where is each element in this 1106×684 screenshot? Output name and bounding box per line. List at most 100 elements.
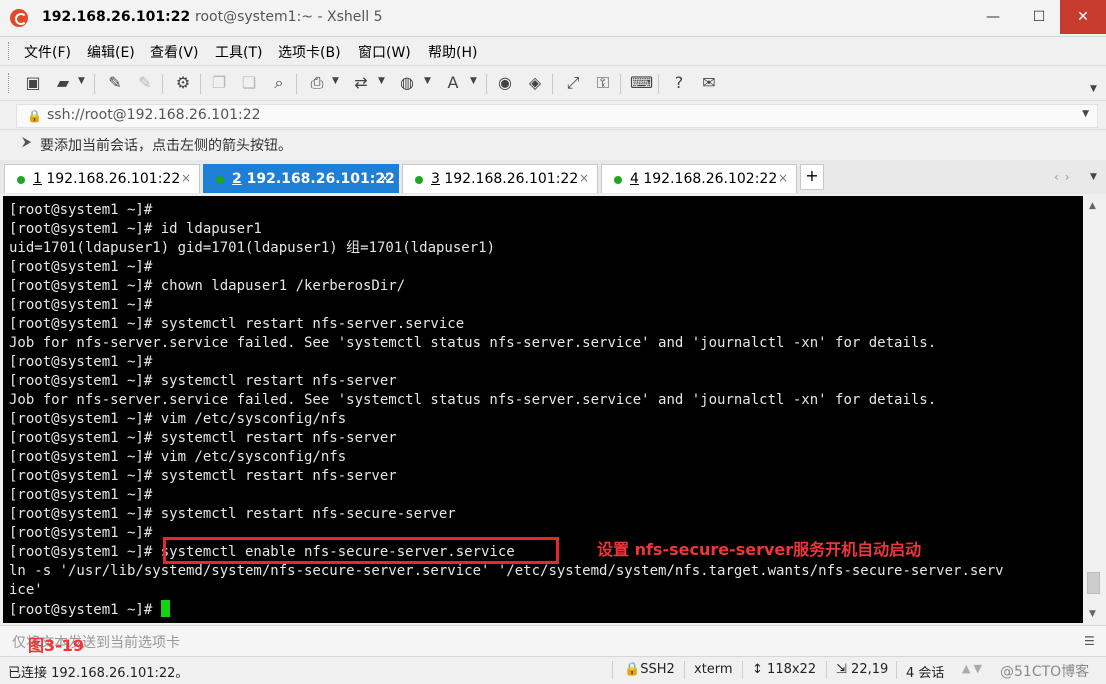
- font-icon[interactable]: A: [442, 73, 464, 93]
- lock-icon: 🔒: [624, 662, 641, 677]
- minimize-button[interactable]: —: [970, 0, 1016, 34]
- status-divider: [684, 661, 685, 679]
- paste-icon[interactable]: ❏: [238, 73, 260, 93]
- cursor-position-icon: ⇲: [836, 662, 847, 677]
- status-divider: [896, 661, 897, 679]
- terminal-line: [root@system1 ~]# vim /etc/sysconfig/nfs: [9, 449, 347, 465]
- terminal-line: [root@system1 ~]# systemctl restart nfs-…: [9, 430, 397, 446]
- chevron-down-icon[interactable]: ▼: [1090, 172, 1097, 182]
- compose-bar[interactable]: 仅将文本发送到当前选项卡 图3-19 ☰: [0, 625, 1106, 656]
- chevron-down-icon[interactable]: ▼: [1082, 109, 1089, 119]
- tab-host: 192.168.26.102:22: [638, 171, 778, 187]
- properties-icon[interactable]: ⚙: [172, 73, 194, 93]
- scrollbar-thumb[interactable]: [1087, 572, 1100, 594]
- status-divider: [742, 661, 743, 679]
- terminal-line: [root@system1 ~]# systemctl restart nfs-…: [9, 316, 465, 332]
- terminal-cursor: [160, 600, 170, 617]
- menu-bar: 文件(F) 编辑(E) 查看(V) 工具(T) 选项卡(B) 窗口(W) 帮助(…: [0, 37, 1106, 66]
- window-title-host: 192.168.26.101:22: [42, 9, 191, 25]
- xshell-logo-icon: [10, 9, 28, 27]
- chevron-down-icon[interactable]: ▼: [378, 76, 385, 86]
- toolbar-overflow-icon[interactable]: ▼: [1090, 84, 1097, 94]
- status-protocol: 🔒SSH2: [624, 662, 675, 677]
- keyboard-icon[interactable]: ⌨: [630, 73, 653, 93]
- reconnect-icon[interactable]: ✎: [104, 73, 126, 93]
- terminal-line: ice': [9, 582, 43, 598]
- add-tab-button[interactable]: +: [800, 164, 824, 190]
- terminal-line: ln -s '/usr/lib/systemd/system/nfs-secur…: [9, 563, 1004, 579]
- menu-edit[interactable]: 编辑(E): [87, 42, 135, 62]
- menu-file[interactable]: 文件(F): [24, 42, 71, 62]
- tab-close-icon[interactable]: ×: [181, 171, 191, 185]
- tab-close-icon[interactable]: ×: [380, 171, 390, 185]
- open-folder-icon[interactable]: ▰: [52, 73, 74, 93]
- terminal-line: [root@system1 ~]# id ldapuser1: [9, 221, 262, 237]
- menu-icon[interactable]: ☰: [1084, 634, 1095, 648]
- tab-host: 192.168.26.101:22: [439, 171, 579, 187]
- find-icon[interactable]: ⌕: [268, 73, 290, 93]
- fullscreen-icon[interactable]: ⤢: [562, 73, 584, 93]
- chevron-down-icon[interactable]: ▼: [470, 76, 477, 86]
- toolbar-divider: [658, 74, 659, 94]
- xagent-icon[interactable]: ◈: [524, 73, 546, 93]
- annotation-note: 设置 nfs-secure-server服务开机自动启动: [597, 540, 922, 559]
- tab-session-2[interactable]: 2 192.168.26.101:22 ×: [203, 164, 399, 193]
- maximize-button[interactable]: ☐: [1016, 0, 1062, 34]
- status-sessions: 4 会话: [906, 666, 945, 681]
- status-connection: 已连接 192.168.26.101:22。: [8, 666, 189, 681]
- tab-scroll-arrows-icon[interactable]: ‹›: [1054, 170, 1076, 184]
- terminal-line: [root@system1 ~]#: [9, 354, 153, 370]
- address-input[interactable]: 🔒 ssh://root@192.168.26.101:22 ▼: [16, 104, 1098, 128]
- menu-tools[interactable]: 工具(T): [215, 42, 262, 62]
- terminal-line: [root@system1 ~]#: [9, 297, 153, 313]
- tab-session-3[interactable]: 3 192.168.26.101:22 ×: [402, 164, 598, 193]
- add-session-arrow-icon[interactable]: ⮞: [22, 135, 31, 150]
- terminal-scrollbar[interactable]: ▲ ▼: [1084, 196, 1103, 623]
- terminal-line: Job for nfs-server.service failed. See '…: [9, 335, 937, 351]
- tab-label: 2 192.168.26.101:22: [232, 171, 395, 187]
- terminal-line: [root@system1 ~]#: [9, 487, 153, 503]
- copy-icon[interactable]: ❐: [208, 73, 230, 93]
- size-icon: ↕: [752, 662, 763, 677]
- menu-window[interactable]: 窗口(W): [358, 42, 411, 62]
- figure-label: 图3-19: [28, 636, 85, 655]
- chevron-down-icon[interactable]: ▼: [78, 76, 85, 86]
- status-term: xterm: [694, 662, 733, 677]
- tab-session-1[interactable]: 1 192.168.26.101:22 ×: [4, 164, 200, 193]
- toolbar-grip[interactable]: [8, 73, 12, 93]
- xftp-icon[interactable]: ◉: [494, 73, 516, 93]
- globe-icon[interactable]: ◍: [396, 73, 418, 93]
- close-button[interactable]: ✕: [1060, 0, 1106, 34]
- status-size: ↕ 118x22: [752, 662, 816, 677]
- tab-host: 192.168.26.101:22: [41, 171, 181, 187]
- toolbar-divider: [552, 74, 553, 94]
- help-icon[interactable]: ?: [668, 73, 690, 93]
- menu-tabs[interactable]: 选项卡(B): [278, 42, 341, 62]
- menu-view[interactable]: 查看(V): [150, 42, 199, 62]
- terminal[interactable]: [root@system1 ~]# [root@system1 ~]# id ld…: [3, 196, 1083, 623]
- scroll-up-icon[interactable]: ▲: [1089, 201, 1096, 211]
- session-nav-icon[interactable]: ▲▼: [962, 662, 985, 675]
- tab-close-icon[interactable]: ×: [778, 171, 788, 185]
- new-session-icon[interactable]: ▣: [22, 73, 44, 93]
- toolbar-divider: [620, 74, 621, 94]
- chevron-down-icon[interactable]: ▼: [424, 76, 431, 86]
- print-icon[interactable]: ⎙: [306, 73, 328, 93]
- tab-close-icon[interactable]: ×: [579, 171, 589, 185]
- lock-icon[interactable]: ⚿: [592, 73, 614, 93]
- terminal-line: [root@system1 ~]# systemctl restart nfs-…: [9, 506, 456, 522]
- menu-grip[interactable]: [8, 42, 12, 60]
- menu-help[interactable]: 帮助(H): [428, 42, 477, 62]
- tab-number: 1: [33, 171, 42, 187]
- terminal-line: [root@system1 ~]#: [9, 202, 153, 218]
- chevron-down-icon[interactable]: ▼: [332, 76, 339, 86]
- terminal-line: Job for nfs-server.service failed. See '…: [9, 392, 937, 408]
- terminal-line: [root@system1 ~]# systemctl restart nfs-…: [9, 373, 397, 389]
- transfer-icon[interactable]: ⇄: [350, 73, 372, 93]
- chat-icon[interactable]: ✉: [698, 73, 720, 93]
- tab-number: 3: [431, 171, 440, 187]
- scroll-down-icon[interactable]: ▼: [1089, 609, 1096, 619]
- disconnect-icon[interactable]: ✎: [134, 73, 156, 93]
- tab-session-4[interactable]: 4 192.168.26.102:22 ×: [601, 164, 797, 193]
- tab-label: 4 192.168.26.102:22: [630, 171, 777, 187]
